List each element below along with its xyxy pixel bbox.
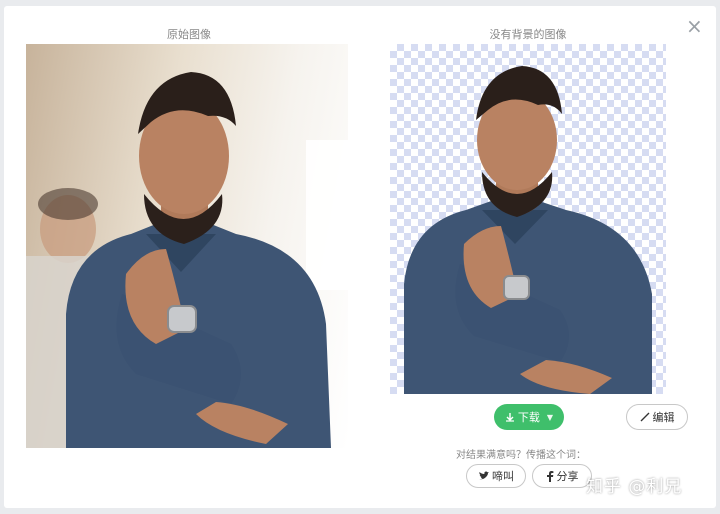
download-icon xyxy=(505,413,514,422)
close-icon[interactable]: × xyxy=(686,16,703,36)
download-button[interactable]: 下载 ▼ xyxy=(494,404,564,430)
tweet-button[interactable]: 啼叫 xyxy=(466,464,526,488)
caret-down-icon[interactable]: ▼ xyxy=(547,413,553,422)
facebook-share-button[interactable]: 分享 xyxy=(532,464,592,488)
watermark: 知乎 @利兄 xyxy=(586,477,683,497)
result-image-title: 没有背景的图像 xyxy=(489,28,567,41)
original-image-title: 原始图像 xyxy=(167,28,211,41)
download-label: 下载 xyxy=(517,411,540,424)
edit-label: 编辑 xyxy=(652,411,675,424)
facebook-icon xyxy=(546,470,553,482)
brush-icon xyxy=(640,412,649,422)
share-label: 分享 xyxy=(556,470,579,483)
original-image xyxy=(26,44,348,448)
share-prompt: 对结果满意吗？传播这个词： xyxy=(456,450,586,461)
edit-button[interactable]: 编辑 xyxy=(626,404,688,430)
twitter-icon xyxy=(479,471,489,480)
tweet-label: 啼叫 xyxy=(492,470,514,483)
result-image xyxy=(390,44,666,394)
